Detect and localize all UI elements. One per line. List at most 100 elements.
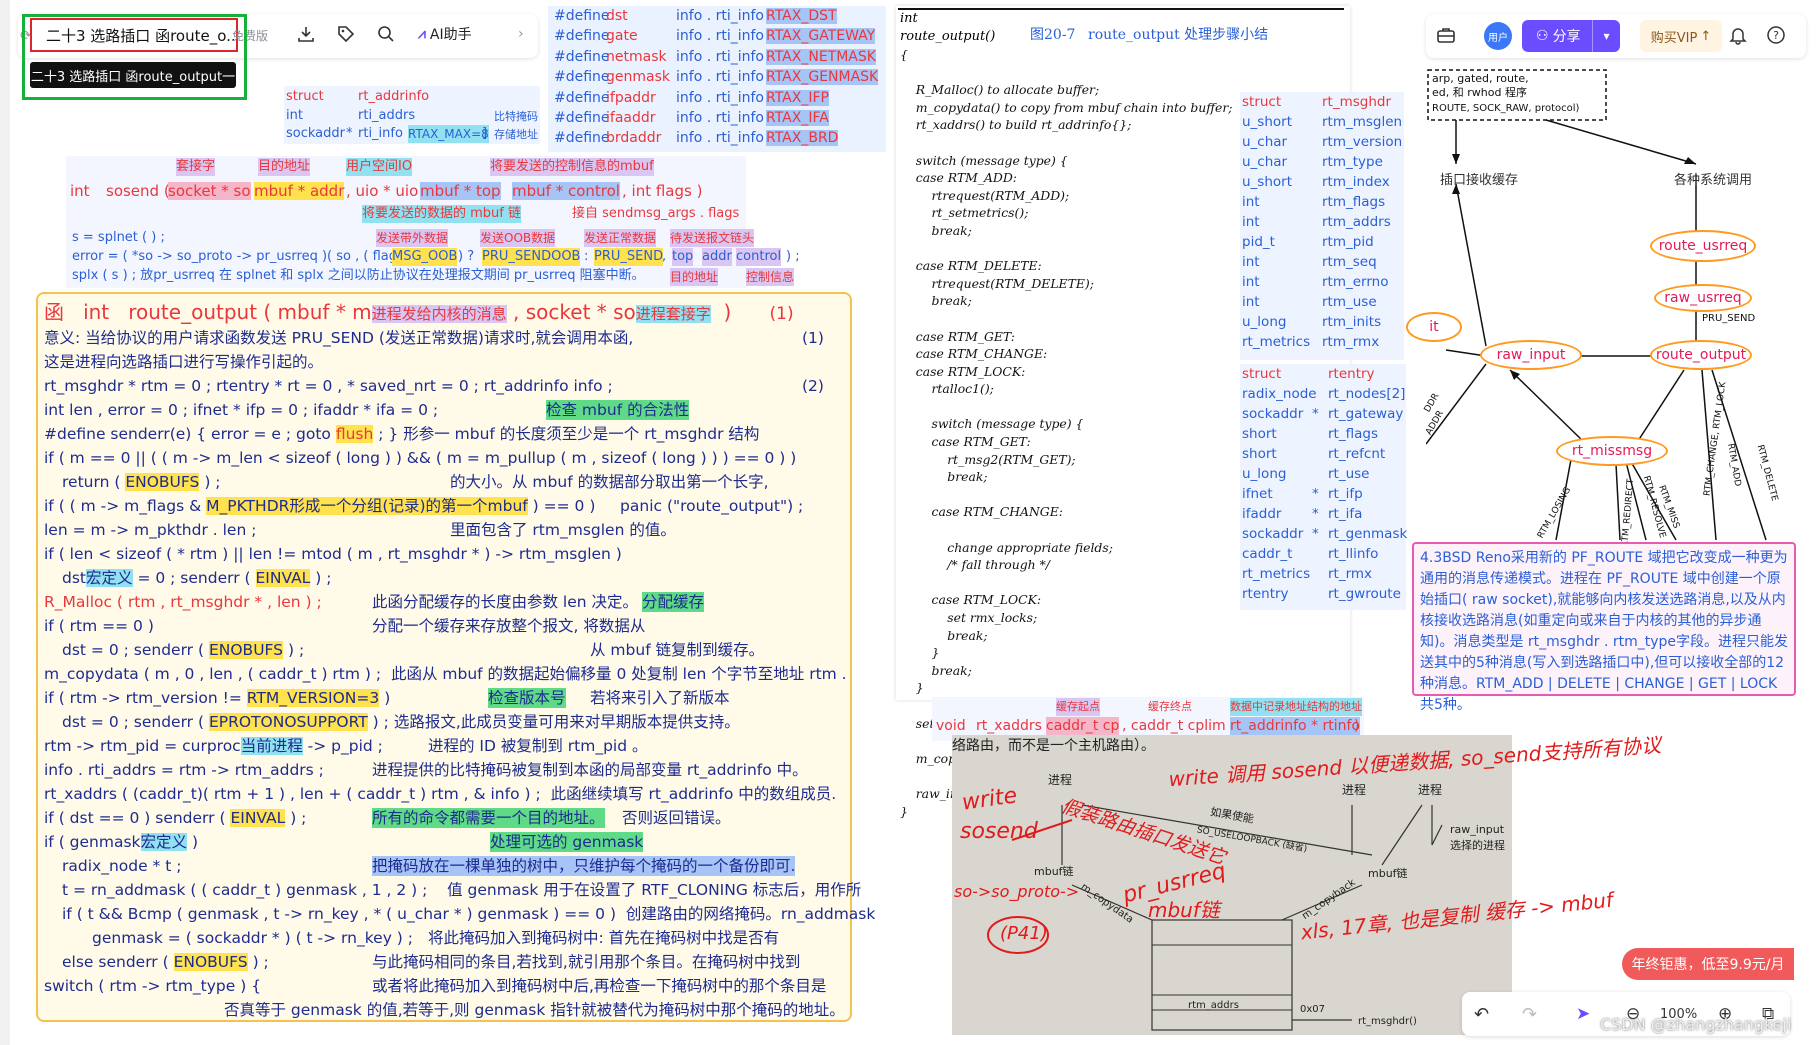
code-splnet: s = splnet ( ) ; (72, 230, 165, 245)
define-index: RTAX_NETMASK (766, 48, 876, 65)
const-enobufs: ENOBUFS (173, 953, 248, 971)
buy-vip-button[interactable]: 购买VIP ↑ (1640, 20, 1722, 52)
code-line: ) ; (204, 473, 221, 491)
annot-flags: 接自 sendmsg_args . flags (572, 206, 740, 221)
pf-route-note[interactable]: 4.3BSD Reno采用新的 PF_ROUTE 域把它改变成一种更为通用的消息… (1412, 542, 1796, 713)
node-raw-input[interactable]: raw_input (1480, 340, 1582, 370)
annot-genmask: 处理可选的 genmask (490, 833, 644, 851)
sosend-param-so: socket * so (168, 182, 251, 200)
define-keyword: #define (554, 130, 610, 147)
func-name: rt_xaddrs ( (976, 718, 1052, 734)
comment: 里面包含了 rtm_msglen 的值。 (450, 521, 676, 539)
define-expr: info . rti_info [ (676, 89, 774, 106)
define-name: brdaddr (606, 130, 662, 147)
sosend-name: sosend ( (106, 182, 170, 200)
photo-label: rtm_addrs (1188, 1000, 1239, 1011)
rt-addrinfo-struct: struct rt_addrinfo int rti_addrs 比特掩码 so… (284, 86, 540, 144)
download-icon[interactable] (296, 24, 316, 48)
annot-msg: 进程发给内核的消息 (371, 305, 507, 323)
rt-msghdr-struct: struct rt_msghdr u_short rtm_msglen u_char rt… (1240, 92, 1404, 360)
code-line: if ( len < sizeof ( * rtm ) || len != mt… (44, 545, 622, 563)
search-icon[interactable] (376, 24, 396, 48)
annot-socket: 进程套接字 (635, 305, 711, 323)
field-type: struct (1242, 94, 1282, 110)
field-type: u_short (1242, 174, 1292, 190)
photo-caption: 络路由，而不是一个主机路由）。 (952, 738, 1155, 754)
help-icon[interactable]: ? (1766, 25, 1786, 49)
undo-icon[interactable]: ↶ (1474, 1004, 1489, 1025)
avatar[interactable]: 用户 (1484, 22, 1512, 50)
node-route-usrreq[interactable]: route_usrreq (1650, 230, 1756, 262)
node-partial[interactable]: it (1406, 312, 1462, 342)
ai-logo-icon: ⩘ (418, 26, 426, 42)
field-comment: 比特掩码 (494, 110, 538, 123)
field-type: u_char (1242, 134, 1288, 150)
field-type: pid_t (1242, 234, 1275, 250)
pointer-icon[interactable]: ➤ (1576, 1004, 1590, 1024)
field-name: rt_rmx (1328, 566, 1373, 582)
param-so: , socket * so (513, 300, 636, 324)
promo-banner[interactable]: 年终钜惠，低至9.9元/月 (1622, 948, 1794, 980)
watermark: CSDN @zhangzhangkeji (1600, 1015, 1792, 1034)
tag-icon[interactable] (336, 24, 356, 48)
photo-label: mbuf链 (1034, 865, 1074, 878)
define-index: RTAX_GATEWAY (766, 28, 876, 45)
redo-icon[interactable]: ↷ (1522, 1004, 1537, 1025)
chevron-right-icon[interactable]: › (518, 26, 524, 42)
figure-top-rule (898, 8, 1344, 10)
diagram-caption: ROUTE, SOCK_RAW, protocol) (1432, 103, 1580, 114)
field-name: rt_gateway (1328, 406, 1404, 422)
code-pru-sendoob: PRU_SENDOOB (482, 248, 581, 266)
annot-buf-start: 缓存起点 (1056, 698, 1100, 716)
route-output-notes[interactable]: 函 int route_output ( mbuf * m进程发给内核的消息 ,… (36, 292, 875, 1022)
comment: 将此掩码加入到掩码树中: 首先在掩码树中找是否有 (428, 929, 780, 947)
field-name: rtm_msglen (1322, 114, 1403, 130)
code-line: rt_msghdr * rtm = 0 ; rtentry * rt = 0 ,… (44, 377, 613, 395)
field-name: rt_nodes[2] (1328, 386, 1406, 402)
annot-control: 将要发送的控制信息的mbuf (490, 158, 654, 176)
const-pkthdr: M_PKTHDR形成一个分组(记录)的第一个mbuf (206, 497, 528, 515)
label-flush: flush (335, 425, 374, 443)
ai-assistant-button[interactable]: ⩘ AI助手 (418, 24, 472, 44)
promo-text: 年终钜惠，低至9.9元/月 (1631, 957, 1785, 973)
field-type: ifaddr (1242, 506, 1282, 522)
field-name: rtm_seq (1322, 254, 1377, 270)
define-index: RTAX_DST (766, 8, 837, 24)
code-line: return ( (62, 473, 121, 491)
pointer-star: * (1312, 526, 1319, 542)
node-raw-usrreq[interactable]: raw_usrreq (1654, 284, 1752, 312)
define-index: RTAX_IFA (766, 110, 829, 126)
share-label: 分享 (1552, 29, 1581, 45)
photo-label: 进程 (1048, 773, 1073, 787)
define-name: genmask (606, 69, 670, 86)
field-name: rt_ifa (1328, 506, 1363, 522)
field-type: caddr_t (1242, 546, 1293, 562)
field-name: rt_flags (1328, 426, 1378, 442)
node-route-output[interactable]: route_output (1650, 340, 1752, 370)
param-cplim: , caddr_t cplim , (1122, 718, 1235, 734)
comment: 从 mbuf 链复制到缓存。 (590, 641, 765, 659)
whiteboard-canvas[interactable]: ⟳ 二十3 选路插口 函route_o... 免费版 二十3 选路插口 函rou… (0, 0, 1819, 1045)
field-type: int (286, 108, 303, 123)
field-type: radix_node (1242, 386, 1317, 402)
code-route-output: route_output() (900, 29, 996, 44)
annot-macro: 宏定义 (140, 833, 188, 851)
field-type: int (1242, 194, 1260, 210)
code-line: panic ("route_output") ; (620, 497, 804, 515)
code-line: rtm -> rtm_pid = curproc (44, 737, 241, 755)
pointer-star: * (346, 126, 353, 141)
chevron-down-icon[interactable]: ▾ (1592, 20, 1620, 52)
code-line: if ( m == 0 || ( ( m -> m_len < sizeof (… (44, 449, 797, 467)
const-enobufs: ENOBUFS (125, 473, 200, 491)
briefcase-icon[interactable] (1436, 25, 1456, 49)
define-keyword: #define (554, 48, 610, 65)
field-name: rtentry (1328, 366, 1375, 382)
label-socket-buffer: 插口接收缓存 (1440, 173, 1519, 188)
field-type: u_short (1242, 114, 1292, 130)
code-line: t = rn_addmask ( ( caddr_t ) genmask , 1… (62, 881, 428, 899)
comment: 创建路由的网络掩码。rn_addmask (625, 905, 876, 923)
const-eprotonosupport: EPROTONOSUPPORT (208, 713, 368, 731)
label-syscalls: 各种系统调用 (1674, 173, 1753, 188)
node-rt-missmsg[interactable]: rt_missmsg (1556, 436, 1668, 466)
bell-icon[interactable] (1728, 25, 1748, 49)
